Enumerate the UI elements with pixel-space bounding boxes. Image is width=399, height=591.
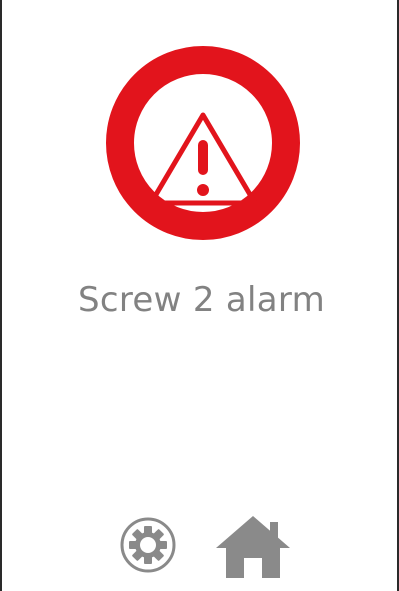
gear-icon <box>120 517 176 573</box>
warning-triangle-icon <box>105 45 301 241</box>
settings-button[interactable] <box>120 517 176 573</box>
home-icon <box>216 516 290 578</box>
alarm-screen: Screw 2 alarm <box>0 0 399 591</box>
home-button[interactable] <box>214 512 292 580</box>
alarm-message: Screw 2 alarm <box>78 280 325 320</box>
